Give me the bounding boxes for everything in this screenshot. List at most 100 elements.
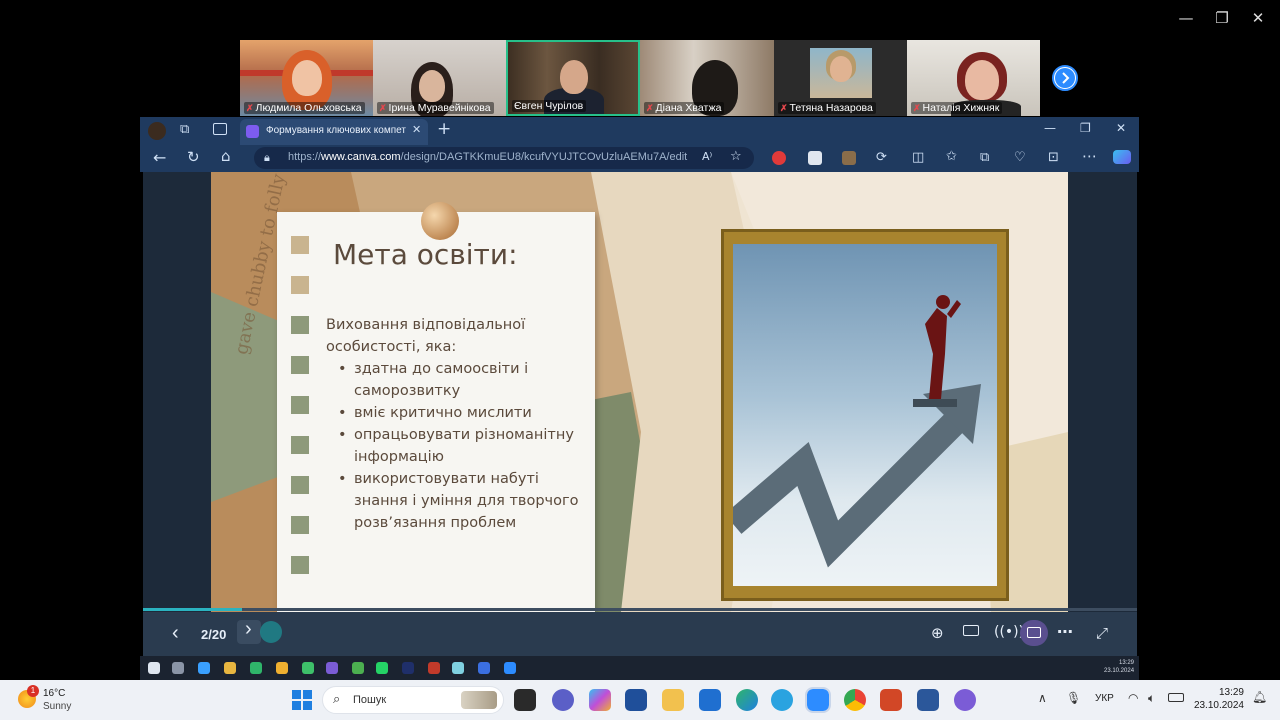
mic-muted-icon: ✗ (246, 102, 254, 113)
word-icon[interactable] (917, 689, 939, 711)
slide: gave chubby to folly Мета освіти: Вихова… (211, 172, 1068, 612)
workspaces-icon[interactable]: ⧉ (180, 122, 196, 138)
presenter-controls-bar (143, 612, 1137, 656)
read-aloud-icon[interactable]: A⁾ (702, 150, 712, 163)
participant-tile[interactable]: ✗ Ірина Муравейнікова (373, 40, 506, 116)
progress-track (143, 608, 1137, 611)
file-explorer-icon[interactable] (662, 689, 684, 711)
language-indicator[interactable]: УКР (1095, 693, 1114, 704)
presenter-view-button[interactable] (1020, 620, 1048, 646)
app-icon (428, 662, 440, 674)
app-icon (302, 662, 314, 674)
split-screen-icon[interactable]: ◫ (912, 150, 924, 165)
participant-name: Наталія Хижняк (922, 102, 1000, 114)
participant-tile[interactable]: ✗ Діана Хватжа (640, 40, 774, 116)
volume-icon[interactable]: 🔈︎ (1148, 691, 1155, 706)
browser-essentials-icon[interactable]: ♡ (1014, 150, 1026, 165)
extension-icon[interactable] (842, 151, 856, 165)
progress-fill (143, 608, 243, 611)
refresh-icon[interactable]: ↻ (187, 148, 200, 166)
chrome-icon (276, 662, 288, 674)
fullscreen-icon[interactable]: ⤢ (1096, 624, 1108, 642)
paper-square (291, 476, 309, 494)
browser-close-button[interactable]: ✕ (1116, 121, 1126, 135)
slide-title: Мета освіти: (333, 238, 518, 271)
task-view-icon[interactable] (514, 689, 536, 711)
mic-muted-icon: ✗ (646, 102, 654, 113)
copilot-icon[interactable] (1113, 150, 1131, 164)
photoshop-icon (402, 662, 414, 674)
participant-tile-active[interactable]: Євген Чурілов (506, 40, 640, 116)
participant-name: Діана Хватжа (655, 102, 722, 114)
home-icon[interactable]: ⌂ (221, 147, 231, 165)
lock-icon: 🔒︎ (264, 151, 270, 164)
more-options-icon[interactable]: ⋯ (1082, 147, 1097, 165)
battery-icon[interactable] (1168, 693, 1184, 702)
wifi-icon[interactable]: ◠ (1128, 691, 1138, 705)
app-icon[interactable] (625, 689, 647, 711)
zoom-in-icon[interactable]: ⊕ (931, 624, 944, 642)
participant-tile[interactable]: ✗ Наталія Хижняк (907, 40, 1040, 116)
paper-square (291, 356, 309, 374)
notifications-bell-icon[interactable]: 🔔︎ (1252, 690, 1267, 704)
taskview-icon (172, 662, 184, 674)
next-participants-button[interactable] (1052, 65, 1078, 91)
browser-minimize-button[interactable]: — (1044, 121, 1056, 135)
favorites-icon[interactable]: ✩ (946, 149, 957, 164)
new-tab-button[interactable]: + (437, 119, 451, 139)
copilot-icon[interactable] (589, 689, 611, 711)
presenter-view-icon (1027, 627, 1041, 638)
system-clock[interactable]: 13:29 23.10.2024 (1192, 686, 1244, 712)
next-slide-button[interactable]: › (237, 619, 261, 644)
microphone-icon[interactable]: 🎙︎ (1066, 691, 1081, 705)
telegram-icon[interactable] (771, 689, 793, 711)
zoom-icon[interactable] (805, 687, 831, 713)
favorite-star-icon[interactable]: ☆ (730, 149, 742, 164)
zoom-close-button[interactable]: ✕ (1240, 8, 1276, 28)
browser-maximize-button[interactable]: ❐ (1080, 121, 1091, 135)
zoom-maximize-button[interactable]: ❐ (1204, 8, 1240, 28)
canva-favicon-icon (246, 125, 259, 138)
chrome-icon[interactable] (844, 689, 866, 711)
screenshot-icon[interactable]: ⊡ (1048, 150, 1059, 165)
participant-name: Ірина Муравейнікова (388, 102, 491, 114)
participant-name: Людмила Ольховська (255, 102, 362, 114)
extension-icon[interactable] (772, 151, 786, 165)
paper-square (291, 236, 309, 254)
windows-start-icon (148, 662, 160, 674)
keyboard-icon[interactable] (963, 625, 979, 636)
edge-icon[interactable] (736, 689, 758, 711)
app-icon (198, 662, 210, 674)
weather-widget[interactable]: 16°C Sunny (43, 687, 71, 713)
participant-tile[interactable]: ✗ Тетяна Назарова (774, 40, 907, 116)
mic-muted-icon: ✗ (379, 102, 387, 113)
tab-close-icon[interactable]: ✕ (412, 123, 421, 136)
extensions-icon[interactable]: ⟳ (876, 150, 887, 165)
shield-extension-icon[interactable] (808, 151, 822, 165)
search-input[interactable]: ⌕ Пошук (322, 686, 504, 714)
profile-avatar[interactable] (148, 122, 166, 140)
previous-slide-button[interactable]: ‹ (172, 623, 179, 643)
bullet-item: • опрацьовувати різноманітну інформацію (338, 427, 574, 465)
clock-time: 13:29 (1218, 687, 1244, 698)
rising-arrow-illustration (724, 295, 981, 568)
address-bar[interactable]: 🔒︎ https://www.canva.com/design/DAGTKKmu… (254, 147, 754, 169)
more-options-icon[interactable]: ⋯ (1057, 622, 1073, 641)
powerpoint-icon[interactable] (880, 689, 902, 711)
tab-active[interactable]: Формування ключових компете ✕ (240, 119, 428, 145)
edge-icon (250, 662, 262, 674)
mic-muted-icon: ✗ (913, 102, 921, 113)
page-indicator: 2/20 (201, 627, 227, 642)
notification-badge: 1 (27, 685, 39, 697)
participant-tile[interactable]: ✗ Людмила Ольховська (240, 40, 373, 116)
back-icon[interactable]: ← (153, 148, 166, 167)
teams-chat-icon[interactable] (552, 689, 574, 711)
collections-icon[interactable]: ⧉ (980, 150, 989, 165)
tab-actions-icon[interactable] (213, 123, 227, 135)
zoom-minimize-button[interactable]: — (1168, 8, 1204, 28)
intro-line: особистості, яка: (326, 339, 457, 355)
viber-icon[interactable] (954, 689, 976, 711)
windows-start-icon[interactable] (291, 689, 313, 711)
store-icon[interactable] (699, 689, 721, 711)
tray-overflow-icon[interactable]: ∧ (1038, 691, 1047, 705)
